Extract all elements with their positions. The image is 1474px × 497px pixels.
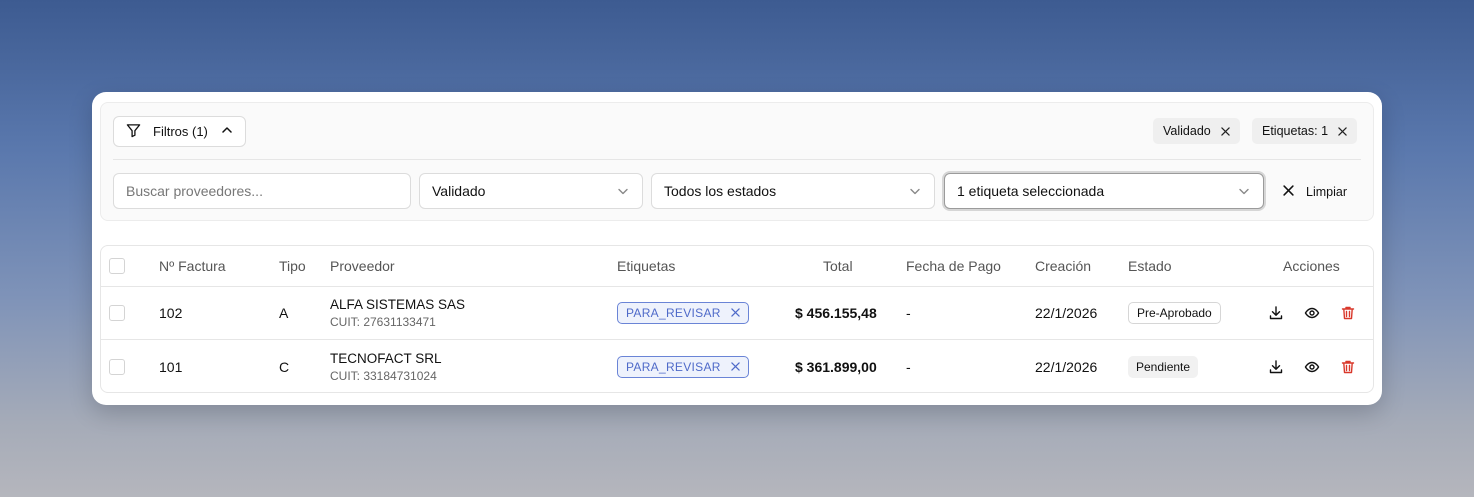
filters-toggle-button[interactable]: Filtros (1) [113, 116, 246, 147]
col-invoice-header: Nº Factura [159, 258, 226, 274]
invoice-number: 102 [159, 305, 183, 321]
invoice-type: A [279, 305, 289, 321]
chip-label: Etiquetas: 1 [1262, 124, 1329, 138]
invoices-card: Filtros (1) Validado Etiquetas: 1 Buscar… [92, 92, 1382, 405]
status-select-value: Todos los estados [664, 183, 777, 199]
row-checkbox[interactable] [109, 287, 125, 339]
chevron-up-icon [221, 124, 233, 139]
table-row: 101 C TECNOFACT SRL CUIT: 33184731024 PA… [101, 340, 1373, 392]
invoice-number: 101 [159, 358, 183, 375]
tags-cell: PARA_REVISAR [617, 287, 749, 339]
filter-panel: Filtros (1) Validado Etiquetas: 1 Buscar… [100, 102, 1374, 221]
tags-select[interactable]: 1 etiqueta seleccionada [944, 173, 1264, 209]
search-placeholder: Buscar proveedores... [126, 183, 263, 199]
eye-icon[interactable] [1304, 305, 1320, 321]
close-icon[interactable] [1338, 124, 1347, 139]
funnel-icon [126, 123, 141, 141]
provider-cell: TECNOFACT SRL CUIT: 33184731024 [330, 340, 442, 392]
close-icon[interactable] [731, 360, 740, 374]
tag-label: PARA_REVISAR [626, 306, 721, 320]
close-icon [1283, 185, 1294, 199]
col-tags-header: Etiquetas [617, 258, 676, 274]
trash-icon[interactable] [1340, 305, 1356, 321]
provider-cuit: CUIT: 27631133471 [330, 315, 436, 329]
eye-icon[interactable] [1304, 359, 1320, 375]
col-type-header: Tipo [279, 258, 306, 274]
provider-cell: ALFA SISTEMAS SAS CUIT: 27631133471 [330, 287, 465, 339]
clear-filters-label: Limpiar [1306, 185, 1347, 199]
actions-cell [1268, 287, 1356, 339]
col-provider-header: Proveedor [330, 258, 395, 274]
tags-cell: PARA_REVISAR [617, 340, 749, 392]
tag-label: PARA_REVISAR [626, 359, 721, 374]
filter-divider [113, 159, 1361, 160]
invoices-table: Nº Factura Tipo Proveedor Etiquetas Tota… [100, 245, 1374, 393]
tag-badge: PARA_REVISAR [617, 355, 749, 378]
created-date: 22/1/2026 [1035, 305, 1098, 321]
filters-toggle-label: Filtros (1) [153, 124, 208, 139]
validation-select-value: Validado [432, 183, 486, 199]
table-header-row: Nº Factura Tipo Proveedor Etiquetas Tota… [101, 246, 1373, 287]
row-checkbox[interactable] [109, 340, 125, 392]
invoice-total: $ 456.155,48 [795, 305, 877, 321]
active-filter-chip-validado: Validado [1153, 118, 1240, 144]
chevron-down-icon [908, 184, 922, 198]
download-icon[interactable] [1268, 359, 1284, 375]
status-cell: Pre-Aprobado [1128, 287, 1221, 339]
chevron-down-icon [1237, 184, 1251, 198]
invoice-type: C [279, 358, 290, 375]
tag-badge: PARA_REVISAR [617, 302, 749, 324]
tags-select-value: 1 etiqueta seleccionada [957, 183, 1105, 199]
select-all-checkbox[interactable] [109, 246, 125, 286]
clear-filters-button[interactable]: Limpiar [1283, 181, 1347, 203]
status-select[interactable]: Todos los estados [651, 173, 935, 209]
status-cell: Pendiente [1128, 340, 1199, 392]
col-actions-header: Acciones [1283, 258, 1340, 274]
actions-cell [1268, 340, 1356, 392]
payment-date: - [906, 358, 911, 375]
close-icon[interactable] [731, 306, 740, 320]
col-total-header: Total [823, 258, 853, 274]
status-badge: Pendiente [1128, 355, 1199, 378]
invoice-total: $ 361.899,00 [795, 358, 877, 375]
chevron-down-icon [616, 184, 630, 198]
status-badge: Pre-Aprobado [1128, 302, 1221, 324]
created-date: 22/1/2026 [1035, 358, 1098, 375]
provider-name: TECNOFACT SRL [330, 350, 442, 366]
col-status-header: Estado [1128, 258, 1172, 274]
provider-cuit: CUIT: 33184731024 [330, 368, 437, 383]
provider-name: ALFA SISTEMAS SAS [330, 297, 466, 312]
search-providers-input[interactable]: Buscar proveedores... [113, 173, 411, 209]
validation-select[interactable]: Validado [419, 173, 643, 209]
table-row: 102 A ALFA SISTEMAS SAS CUIT: 2763113347… [101, 287, 1373, 340]
col-created-header: Creación [1035, 258, 1092, 274]
payment-date: - [906, 305, 911, 321]
close-icon[interactable] [1221, 124, 1230, 139]
download-icon[interactable] [1268, 305, 1284, 321]
col-payment-date-header: Fecha de Pago [906, 258, 1001, 274]
chip-label: Validado [1163, 124, 1211, 138]
active-filter-chip-etiquetas: Etiquetas: 1 [1252, 118, 1358, 144]
trash-icon[interactable] [1340, 359, 1356, 375]
